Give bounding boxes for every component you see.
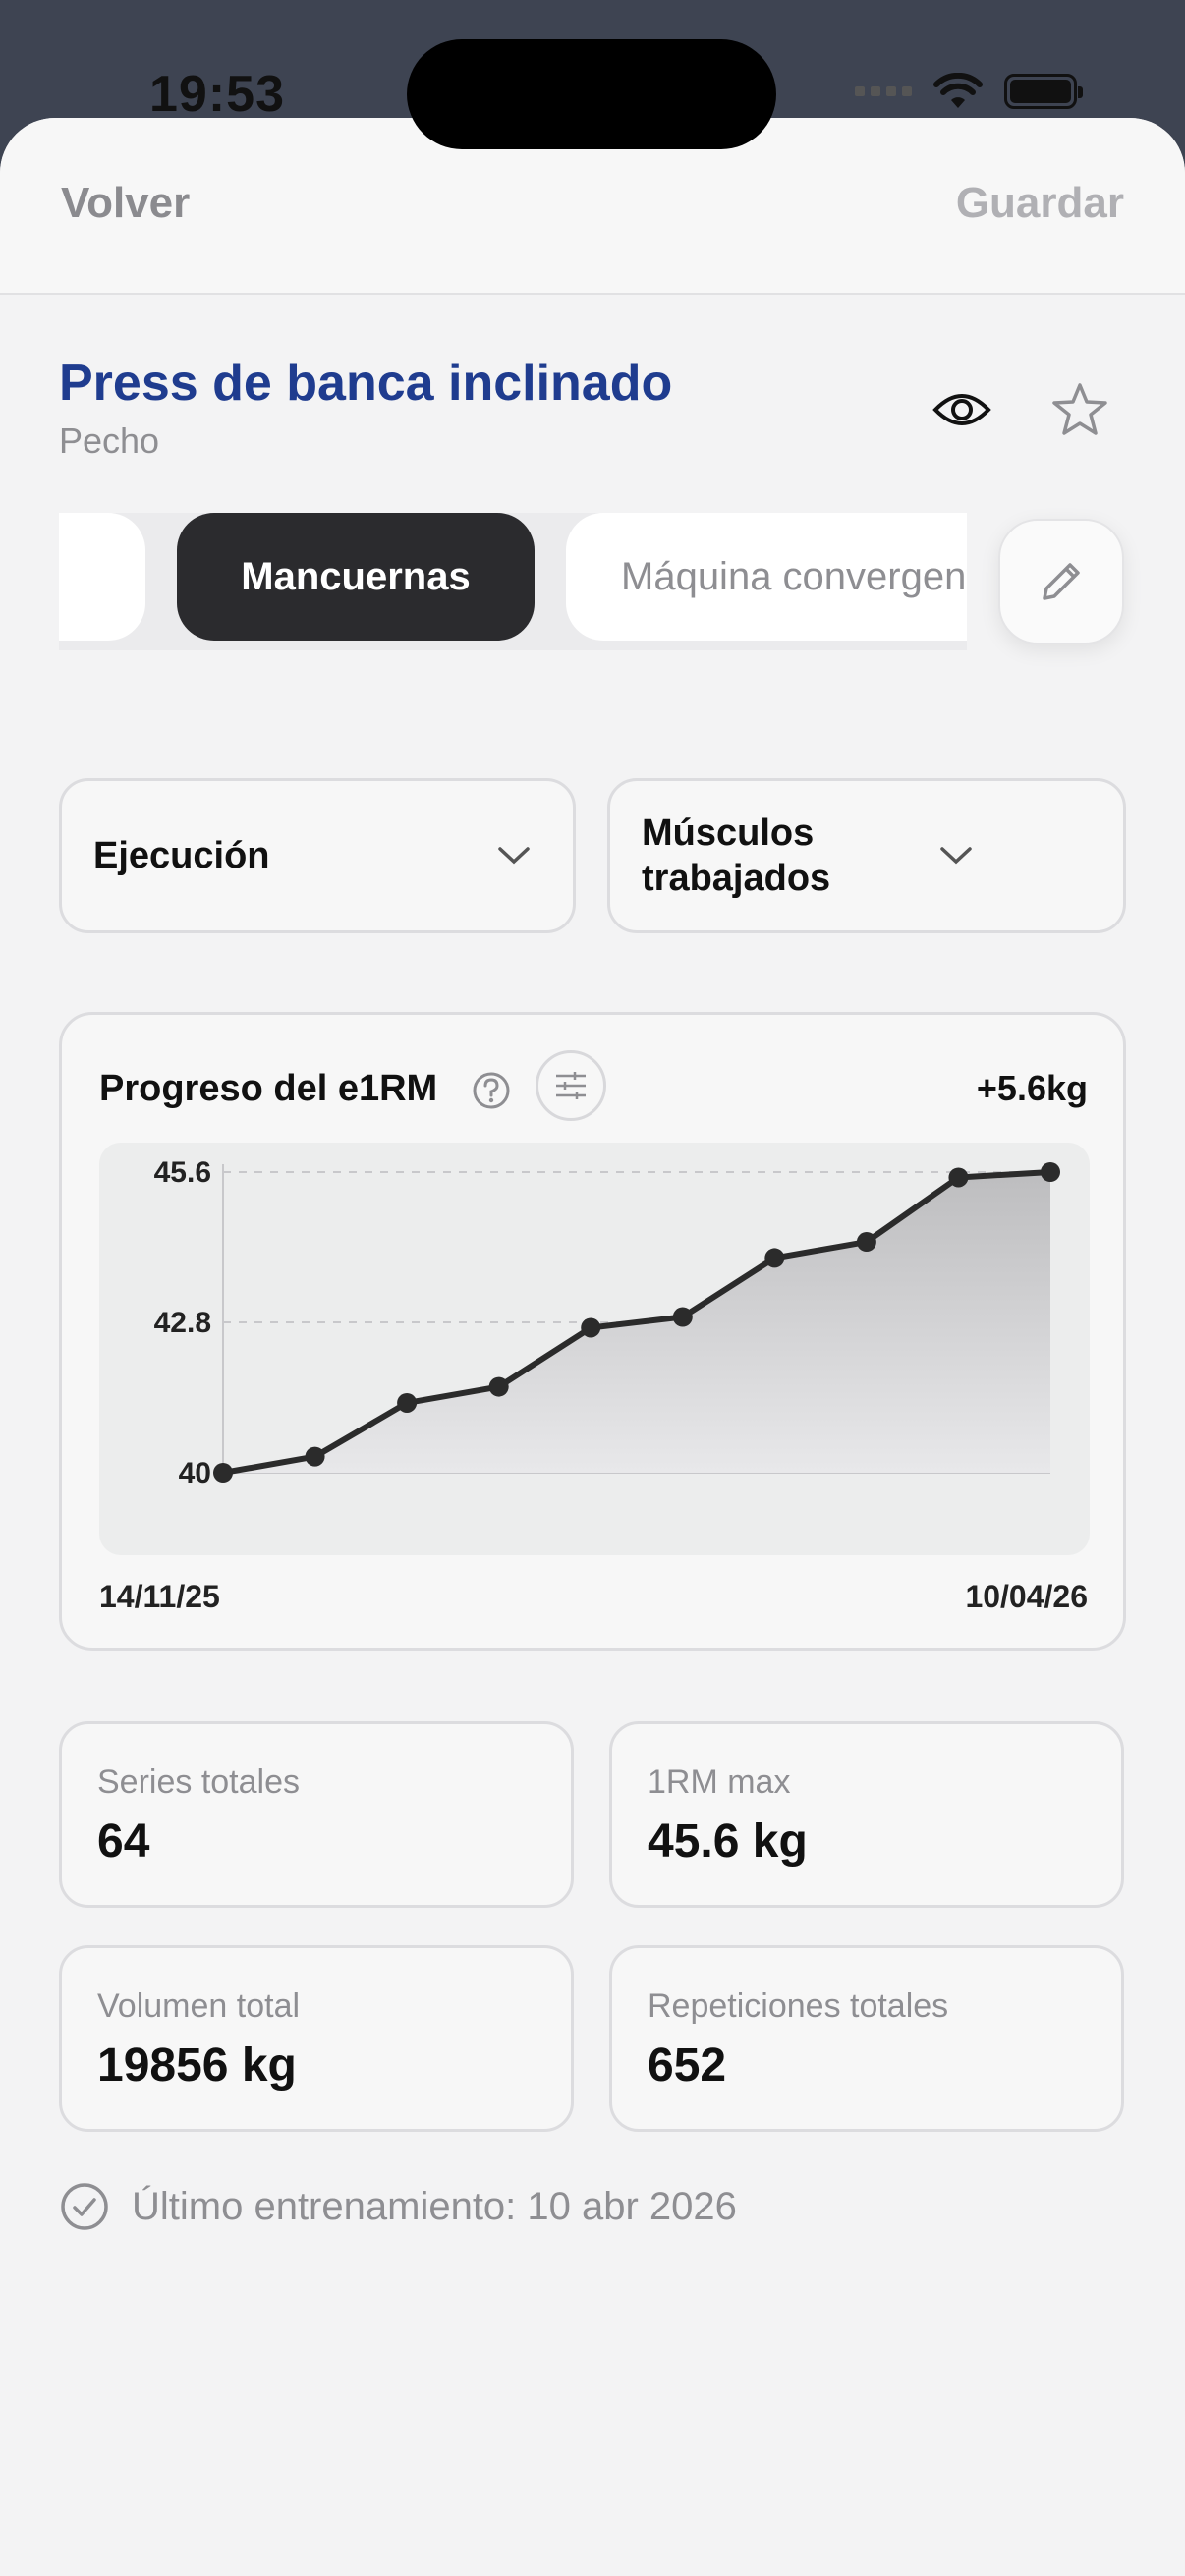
stat-label: Volumen total [97,1988,301,2025]
chart-title: Progreso del e1RM [99,1068,438,1109]
data-point [581,1317,601,1338]
visibility-button[interactable] [928,375,996,444]
data-point [856,1232,876,1253]
data-point [948,1167,969,1188]
data-point [1041,1162,1060,1182]
stat-label: Series totales [97,1764,300,1801]
check-circle-icon [61,2183,108,2230]
chart-delta-value: +5.6kg [976,1068,1088,1108]
chart-plot-area: 45.6 42.8 40 [99,1143,1090,1555]
stat-value: 19856 kg [97,2040,297,2092]
help-icon[interactable] [471,1070,512,1116]
status-icons [855,73,1083,110]
stat-value: 64 [97,1816,150,1868]
wifi-icon [933,73,983,108]
x-axis-end-label: 10/04/26 [965,1579,1088,1614]
sliders-icon [556,1072,586,1099]
chevron-down-icon [494,836,534,875]
chevron-down-icon [936,836,976,875]
muscles-dropdown-label: Músculos trabajados [642,812,831,899]
y-tick-label: 42.8 [154,1307,211,1339]
exercise-title: Press de banca inclinado [59,355,673,412]
stat-card-total-volume: Volumen total 19856 kg [59,1945,574,2132]
muscles-dropdown[interactable]: Músculos trabajados [607,778,1126,933]
stat-card-total-sets: Series totales 64 [59,1721,574,1908]
status-bar: 19:53 [0,0,1185,149]
save-button[interactable]: Guardar [956,179,1124,228]
dynamic-island [407,39,776,149]
x-axis-start-label: 14/11/25 [99,1579,220,1614]
execution-dropdown[interactable]: Ejecución [59,778,576,933]
execution-dropdown-label: Ejecución [93,835,270,876]
battery-icon [1004,74,1083,109]
edit-variants-button[interactable] [998,519,1124,644]
cellular-signal-icon [855,86,912,96]
data-point [672,1307,693,1327]
exercise-category: Pecho [59,420,160,461]
status-time: 19:53 [149,66,285,123]
variant-chip-active[interactable]: Mancuernas [177,513,535,641]
variant-chip-previous[interactable] [59,513,145,641]
favorite-button[interactable] [1045,375,1114,444]
data-point [488,1376,509,1397]
chart-settings-button[interactable] [536,1050,606,1121]
y-tick-label: 40 [179,1457,211,1489]
y-tick-label: 45.6 [154,1156,211,1189]
last-training-text: Último entrenamiento: 10 abr 2026 [132,2184,737,2228]
star-icon [1052,383,1107,435]
data-point [397,1392,418,1413]
pencil-icon [1043,563,1080,600]
variant-chip-next[interactable]: Máquina convergente [566,513,967,641]
data-point [213,1463,233,1483]
stat-label: Repeticiones totales [648,1988,949,2025]
stat-card-1rm-max: 1RM max 45.6 kg [609,1721,1124,1908]
exercise-sheet: Volver Guardar Press de banca inclinado … [0,118,1185,2576]
stat-value: 45.6 kg [648,1816,808,1868]
stat-value: 652 [648,2040,727,2092]
back-button[interactable]: Volver [61,179,190,228]
stat-card-total-reps: Repeticiones totales 652 [609,1945,1124,2132]
e1rm-line-chart: 45.6 42.8 40 [154,1156,1060,1489]
variant-chips-scroller[interactable]: Mancuernas Máquina convergente [59,513,967,650]
last-training-row: Último entrenamiento: 10 abr 2026 [59,2181,737,2232]
stat-label: 1RM max [648,1764,791,1801]
data-point [305,1446,325,1467]
e1rm-progress-card: Progreso del e1RM +5.6kg 45.6 42.8 40 14/1… [59,1012,1126,1651]
data-point [764,1248,785,1268]
eye-icon [932,394,991,425]
